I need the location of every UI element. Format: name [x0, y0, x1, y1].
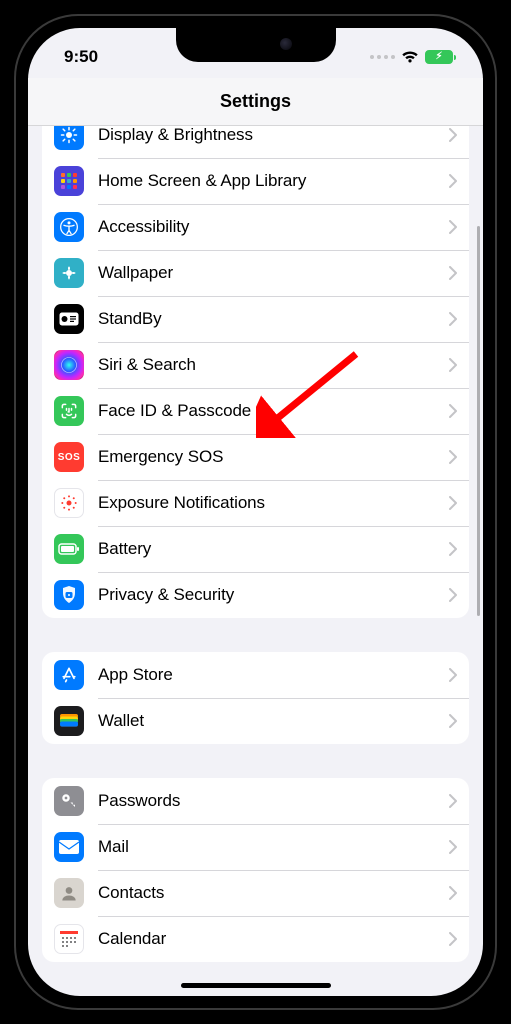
notch: [176, 28, 336, 62]
cell-label: Siri & Search: [98, 355, 443, 375]
cell-home-screen-app-library[interactable]: Home Screen & App Library: [42, 158, 469, 204]
cell-display-brightness[interactable]: Display & Brightness: [42, 126, 469, 158]
cell-emergency-sos[interactable]: SOS Emergency SOS: [42, 434, 469, 480]
cell-standby[interactable]: StandBy: [42, 296, 469, 342]
cell-battery[interactable]: Battery: [42, 526, 469, 572]
app-library-icon: [54, 166, 84, 196]
chevron-right-icon: [449, 714, 457, 728]
chevron-right-icon: [449, 128, 457, 142]
face-id-icon: [54, 396, 84, 426]
chevron-right-icon: [449, 668, 457, 682]
chevron-right-icon: [449, 840, 457, 854]
sos-icon: SOS: [54, 442, 84, 472]
settings-list[interactable]: Display & Brightness Home Screen & App L…: [28, 126, 483, 996]
cell-contacts[interactable]: Contacts: [42, 870, 469, 916]
chevron-right-icon: [449, 496, 457, 510]
cell-label: Passwords: [98, 791, 443, 811]
chevron-right-icon: [449, 886, 457, 900]
nav-bar: Settings: [28, 78, 483, 126]
battery-settings-icon: [54, 534, 84, 564]
chevron-right-icon: [449, 404, 457, 418]
wallpaper-icon: [54, 258, 84, 288]
chevron-right-icon: [449, 220, 457, 234]
mail-icon: [54, 832, 84, 862]
privacy-icon: [54, 580, 84, 610]
phone-frame: 9:50 ⚡︎ Settings Display & Brightness: [14, 14, 497, 1010]
cell-label: Wallpaper: [98, 263, 443, 283]
cell-label: Exposure Notifications: [98, 493, 443, 513]
status-dots-icon: [370, 55, 395, 59]
cell-app-store[interactable]: App Store: [42, 652, 469, 698]
cell-label: Battery: [98, 539, 443, 559]
cell-label: Accessibility: [98, 217, 443, 237]
phone-screen: 9:50 ⚡︎ Settings Display & Brightness: [28, 28, 483, 996]
contacts-icon: [54, 878, 84, 908]
chevron-right-icon: [449, 588, 457, 602]
passwords-icon: [54, 786, 84, 816]
cell-label: Calendar: [98, 929, 443, 949]
cell-accessibility[interactable]: Accessibility: [42, 204, 469, 250]
cell-label: Mail: [98, 837, 443, 857]
cell-passwords[interactable]: Passwords: [42, 778, 469, 824]
standby-icon: [54, 304, 84, 334]
cell-label: Emergency SOS: [98, 447, 443, 467]
status-time: 9:50: [64, 47, 98, 67]
cell-label: Privacy & Security: [98, 585, 443, 605]
chevron-right-icon: [449, 358, 457, 372]
cell-label: Contacts: [98, 883, 443, 903]
cell-label: Wallet: [98, 711, 443, 731]
cell-label: Home Screen & App Library: [98, 171, 443, 191]
wallet-icon: [54, 706, 84, 736]
accessibility-icon: [54, 212, 84, 242]
sos-icon-text: SOS: [58, 452, 81, 463]
scrollbar[interactable]: [477, 226, 480, 616]
chevron-right-icon: [449, 266, 457, 280]
app-store-icon: [54, 660, 84, 690]
settings-group: App Store Wallet: [42, 652, 469, 744]
chevron-right-icon: [449, 932, 457, 946]
settings-group: Passwords Mail Contacts: [42, 778, 469, 962]
cell-face-id-passcode[interactable]: Face ID & Passcode: [42, 388, 469, 434]
exposure-icon: [54, 488, 84, 518]
chevron-right-icon: [449, 542, 457, 556]
home-indicator[interactable]: [181, 983, 331, 988]
siri-icon: [54, 350, 84, 380]
cell-label: Display & Brightness: [98, 126, 443, 145]
cell-calendar[interactable]: Calendar: [42, 916, 469, 962]
wifi-icon: [401, 50, 419, 64]
page-title: Settings: [220, 91, 291, 112]
chevron-right-icon: [449, 794, 457, 808]
cell-label: App Store: [98, 665, 443, 685]
cell-label: Face ID & Passcode: [98, 401, 443, 421]
cell-mail[interactable]: Mail: [42, 824, 469, 870]
cell-siri-search[interactable]: Siri & Search: [42, 342, 469, 388]
chevron-right-icon: [449, 174, 457, 188]
calendar-icon: [54, 924, 84, 954]
cell-wallpaper[interactable]: Wallpaper: [42, 250, 469, 296]
cell-label: StandBy: [98, 309, 443, 329]
chevron-right-icon: [449, 450, 457, 464]
cell-wallet[interactable]: Wallet: [42, 698, 469, 744]
cell-exposure-notifications[interactable]: Exposure Notifications: [42, 480, 469, 526]
cell-privacy-security[interactable]: Privacy & Security: [42, 572, 469, 618]
display-brightness-icon: [54, 126, 84, 150]
battery-charging-icon: ⚡︎: [425, 50, 453, 64]
settings-group: Display & Brightness Home Screen & App L…: [42, 126, 469, 618]
chevron-right-icon: [449, 312, 457, 326]
